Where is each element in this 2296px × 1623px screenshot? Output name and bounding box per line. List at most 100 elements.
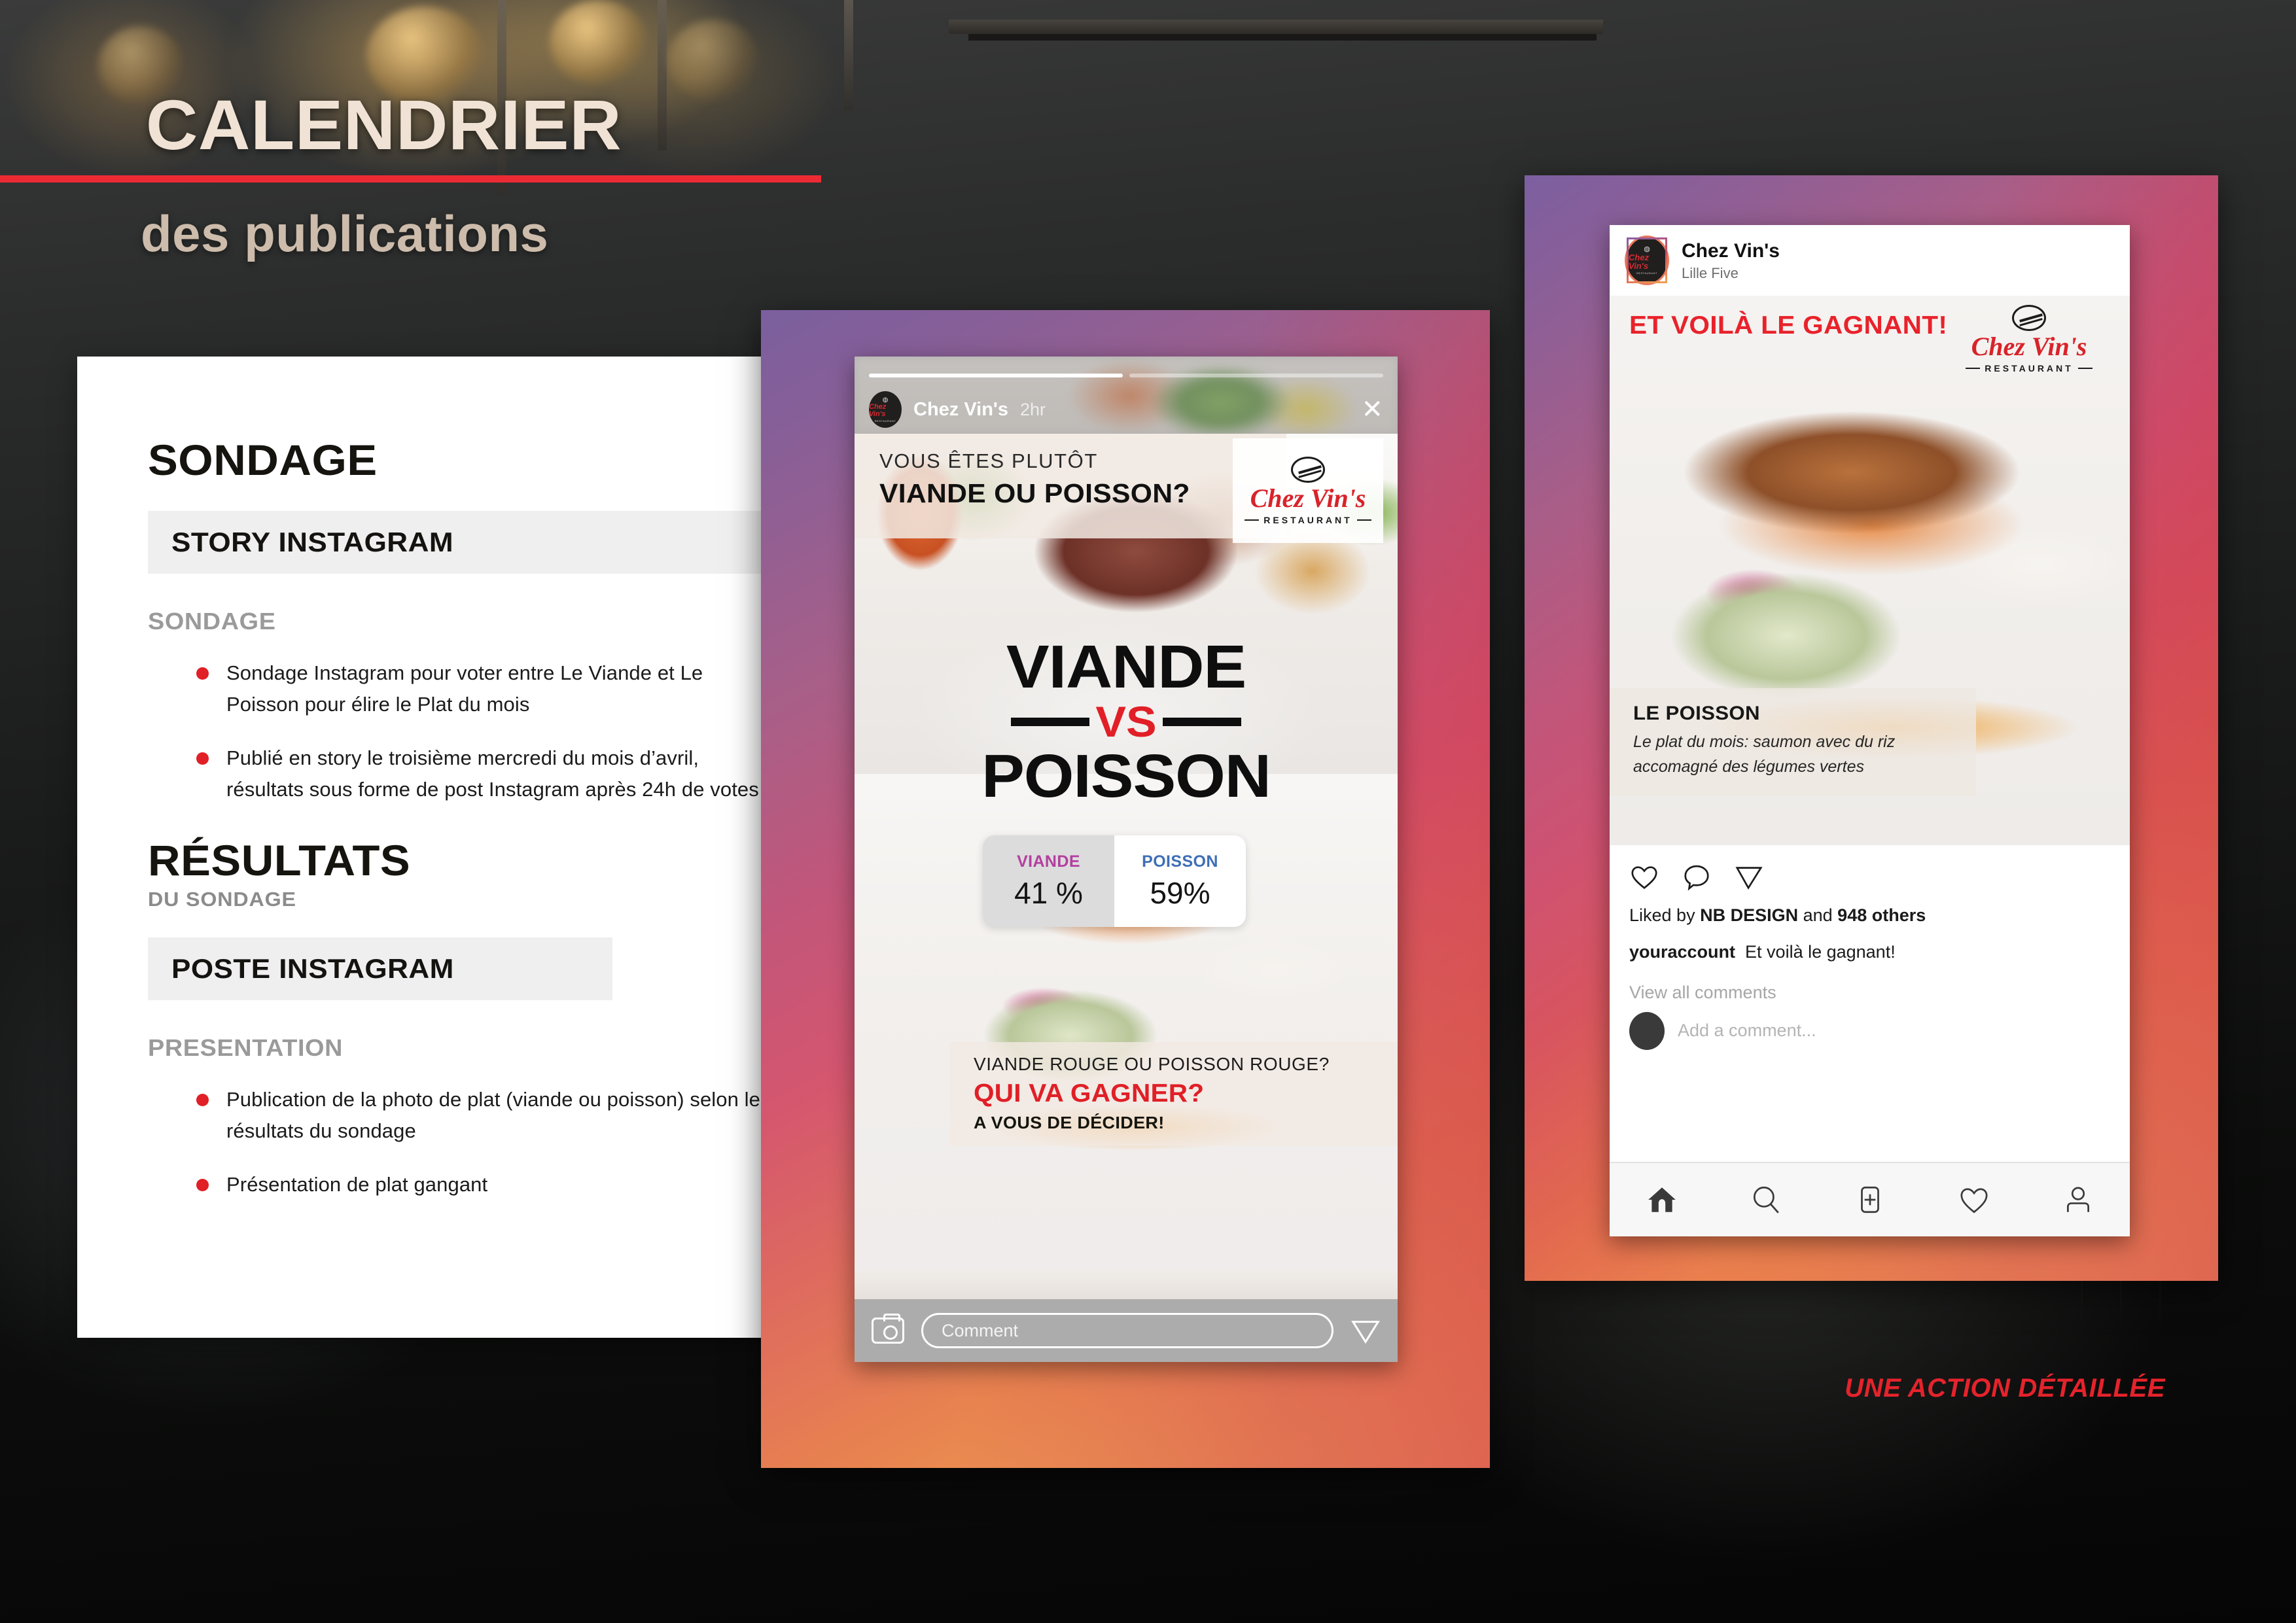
vs-rule-right — [1163, 717, 1242, 726]
vs-top-word: VIANDE — [1006, 633, 1246, 701]
likes-count[interactable]: 948 others — [1837, 905, 1926, 925]
story-caption-line2: QUI VA GAGNER? — [974, 1079, 1205, 1108]
post-brand-logo: Chez Vin's RESTAURANT — [1951, 305, 2108, 374]
poll-option-label: POISSON — [1142, 852, 1218, 871]
poll-option-poisson[interactable]: POISSON 59% — [1114, 835, 1246, 927]
story-question-line1: VOUS ÊTES PLUTÔT — [879, 449, 1098, 472]
post-dish-description: Le plat du mois: saumon avec du riz acco… — [1633, 733, 1896, 776]
background-pendant-rod-2 — [658, 0, 667, 150]
story-timestamp: 2hr — [1019, 399, 1046, 419]
vs-bottom-word: POISSON — [981, 742, 1271, 811]
page-subtitle: des publications — [141, 205, 549, 262]
post-caption-username[interactable]: youraccount — [1629, 942, 1735, 962]
add-post-icon[interactable] — [1854, 1183, 1886, 1216]
story-account-name[interactable]: Chez Vin's — [913, 399, 1008, 421]
brand-wordmark: Chez Vin's — [1971, 332, 2087, 361]
story-progress-segment-2[interactable] — [1129, 374, 1383, 377]
post-account-block: Chez Vin's Lille Five — [1682, 239, 1780, 282]
story-brand-logo: Chez Vin's RESTAURANT — [1233, 438, 1383, 543]
camera-icon[interactable] — [872, 1314, 904, 1344]
post-avatar[interactable]: ◍ Chez Vin's RESTAURANT — [1627, 237, 1667, 283]
send-icon[interactable] — [1351, 1316, 1381, 1346]
post-location[interactable]: Lille Five — [1682, 265, 1780, 282]
post-bottom-navigation — [1610, 1162, 2130, 1236]
story-vs-graphic: VIANDE VS POISSON — [855, 633, 1398, 811]
story-caption-line1: VIANDE ROUGE OU POISSON ROUGE? — [974, 1054, 1330, 1074]
post-winner-banner: ET VOILÀ LE GAGNANT! — [1629, 311, 1948, 340]
background-bokeh-light-4 — [667, 20, 759, 101]
page-title-block: CALENDRIER — [146, 90, 622, 160]
heart-icon[interactable] — [1629, 862, 1659, 892]
brand-tagline: RESTAURANT — [1245, 515, 1371, 525]
story-footer-bar: Comment — [855, 1299, 1398, 1362]
post-dish-title: LE POISSON — [1633, 703, 1760, 724]
likes-user[interactable]: NB DESIGN — [1700, 905, 1798, 925]
subsection-bar-poste-instagram: POSTE INSTAGRAM — [148, 937, 612, 1001]
page-title: CALENDRIER — [145, 85, 622, 164]
likes-and: and — [1798, 905, 1838, 925]
post-account-name[interactable]: Chez Vin's — [1682, 239, 1780, 263]
vs-rule-left — [1010, 717, 1089, 726]
title-divider-rule — [0, 175, 821, 183]
view-all-comments-link[interactable]: View all comments — [1629, 983, 2110, 1003]
story-bottom-photo — [855, 1271, 1398, 1299]
brand-wordmark: Chez Vin's — [1250, 483, 1366, 513]
story-comment-input[interactable]: Comment — [921, 1313, 1333, 1348]
list-item: Présentation de plat gangant — [196, 1169, 772, 1200]
close-icon[interactable]: ✕ — [1361, 396, 1383, 423]
share-icon[interactable] — [1734, 862, 1764, 892]
plate-fork-knife-icon — [2012, 305, 2046, 331]
brand-tagline: RESTAURANT — [1966, 363, 2092, 374]
add-comment-row[interactable]: Add a comment... — [1629, 1011, 2110, 1066]
story-progress-bars[interactable] — [869, 374, 1383, 377]
story-progress-segment-1[interactable] — [869, 374, 1123, 377]
vs-label: VS — [1095, 697, 1157, 746]
list-item: Publié en story le troisième mercredi du… — [196, 742, 772, 805]
avatar-plate-icon: ◍ — [882, 396, 889, 404]
subsection-bar-story-instagram: STORY INSTAGRAM — [148, 511, 832, 574]
background-shelf — [949, 20, 1603, 34]
avatar — [1629, 1011, 1665, 1050]
story-poll-widget[interactable]: VIANDE 41 % POISSON 59% — [983, 835, 1246, 927]
subsection-bar-label: POSTE INSTAGRAM — [171, 953, 454, 985]
post-likes-line: Liked by NB DESIGN and 948 others — [1629, 901, 2110, 930]
vs-middle-row: VS — [855, 700, 1398, 743]
poll-option-label: VIANDE — [1017, 852, 1080, 871]
avatar-brand-text: Chez Vin's — [869, 402, 887, 418]
story-question-band: VOUS ÊTES PLUTÔT VIANDE OU POISSON? — [855, 434, 1286, 538]
plate-fork-knife-icon — [1291, 456, 1325, 483]
comment-icon[interactable] — [1682, 862, 1712, 892]
post-caption-line: youraccount Et voilà le gagnant! — [1629, 939, 2110, 966]
list-item: Publication de la photo de plat (viande … — [196, 1084, 772, 1147]
story-avatar[interactable]: ◍ Chez Vin's RESTAURANT — [869, 391, 902, 428]
post-caption-text: Et voilà le gagnant! — [1745, 942, 1896, 962]
likes-prefix: Liked by — [1629, 905, 1701, 925]
search-icon[interactable] — [1750, 1183, 1782, 1216]
post-metadata: Liked by NB DESIGN and 948 others yourac… — [1610, 892, 2130, 1066]
avatar-brand-text: Chez Vin's — [1629, 253, 1650, 271]
footer-slogan: UNE ACTION DÉTAILLÉE — [1845, 1374, 2165, 1403]
instagram-story-mockup: ◍ Chez Vin's RESTAURANT Chez Vin's 2hr ✕… — [855, 357, 1398, 1362]
home-icon[interactable] — [1646, 1183, 1678, 1216]
avatar-brand-tagline: RESTAURANT — [1636, 271, 1657, 275]
instagram-post-mockup: ◍ Chez Vin's RESTAURANT Chez Vin's Lille… — [1610, 225, 2130, 1236]
background-pendant-rod-3 — [844, 0, 853, 111]
subsection-bar-label: STORY INSTAGRAM — [171, 527, 454, 557]
profile-icon[interactable] — [2062, 1183, 2094, 1216]
heart-icon[interactable] — [1958, 1183, 1990, 1216]
story-header: ◍ Chez Vin's RESTAURANT Chez Vin's 2hr ✕ — [869, 389, 1383, 430]
post-image: ET VOILÀ LE GAGNANT! Chez Vin's RESTAURA… — [1610, 296, 2130, 845]
post-action-bar — [1610, 845, 2130, 892]
poll-option-viande[interactable]: VIANDE 41 % — [983, 835, 1114, 927]
story-caption-block: VIANDE ROUGE OU POISSON ROUGE? QUI VA GA… — [950, 1042, 1398, 1146]
poll-option-value: 59% — [1150, 875, 1210, 910]
background-bokeh-light-2 — [550, 0, 648, 85]
background-shelf-shadow — [968, 34, 1597, 41]
poll-option-value: 41 % — [1014, 875, 1083, 910]
story-caption-line3: A VOUS DE DÉCIDER! — [974, 1113, 1165, 1132]
avatar-brand-tagline: RESTAURANT — [874, 419, 896, 423]
add-comment-input[interactable]: Add a comment... — [1678, 1021, 1816, 1041]
post-dish-caption: LE POISSON Le plat du mois: saumon avec … — [1610, 688, 1976, 796]
post-header: ◍ Chez Vin's RESTAURANT Chez Vin's Lille… — [1610, 225, 2130, 296]
list-item: Sondage Instagram pour voter entre Le Vi… — [196, 657, 772, 720]
